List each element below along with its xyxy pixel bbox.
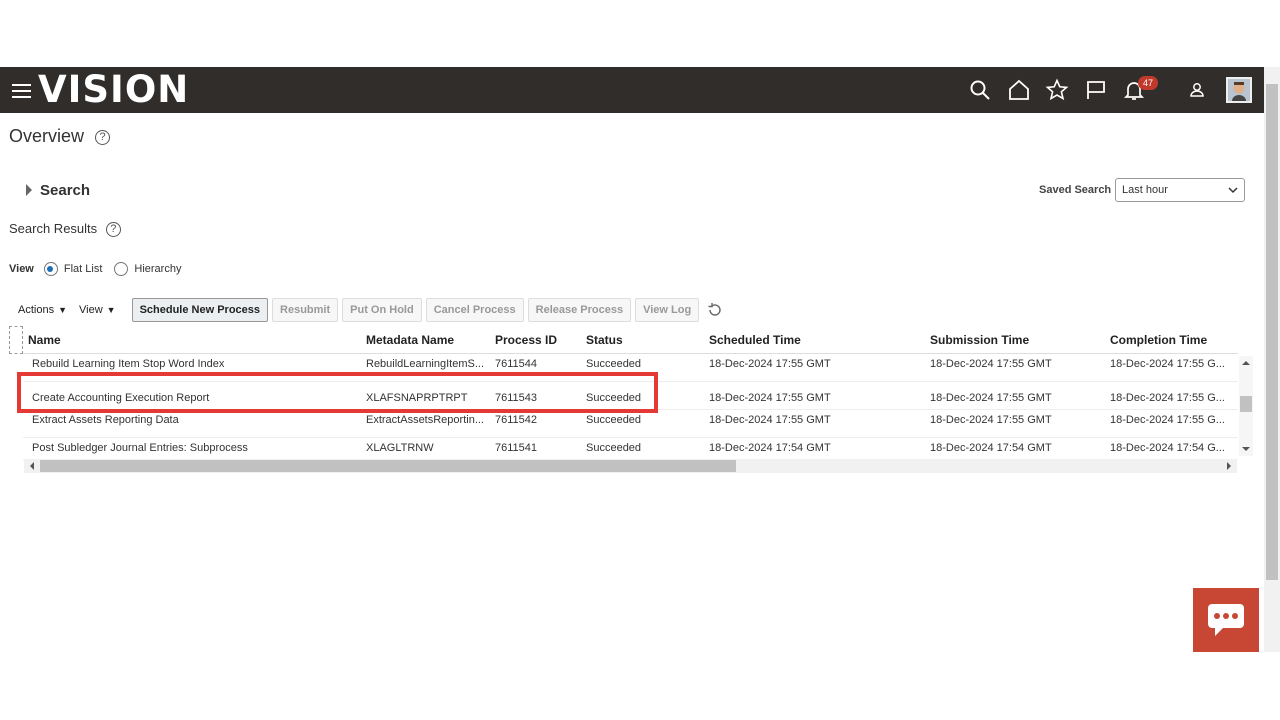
chevron-down-icon [1228,187,1238,194]
table-horizontal-scrollbar[interactable] [24,459,1237,473]
caret-down-icon: ▼ [58,305,67,315]
cell-scheduled-time: 18-Dec-2024 17:55 GMT [709,414,831,426]
cell-submission-time: 18-Dec-2024 17:55 GMT [930,414,1052,426]
star-icon[interactable] [1045,78,1069,102]
hierarchy-radio[interactable] [114,262,129,276]
cell-metadata-name: ExtractAssetsReportin... [366,414,484,426]
cell-status: Succeeded [586,442,642,454]
search-results-heading: Search Results ? [9,221,121,238]
scroll-right-arrow-icon[interactable] [1223,459,1235,473]
column-header-status[interactable]: Status [586,333,623,347]
page-title: Overview ? [9,126,111,147]
cell-status: Succeeded [586,358,642,370]
results-help-icon[interactable]: ? [105,222,121,238]
row-selector-header[interactable] [9,326,23,354]
column-header-name[interactable]: Name [28,333,61,347]
view-menu[interactable]: View ▼ [79,304,116,316]
schedule-new-process-button[interactable]: Schedule New Process [131,298,269,322]
cell-status: Succeeded [586,414,642,426]
chat-assistant-button[interactable] [1193,588,1259,652]
refresh-icon[interactable] [707,302,723,318]
put-on-hold-button[interactable]: Put On Hold [342,298,422,322]
column-header-completion-time[interactable]: Completion Time [1110,333,1207,347]
cell-submission-time: 18-Dec-2024 17:55 GMT [930,392,1052,404]
caret-down-icon: ▼ [106,305,116,315]
home-icon[interactable] [1007,78,1031,102]
cell-metadata-name: XLAGLTRNW [366,442,434,454]
flag-icon[interactable] [1084,78,1108,102]
cell-scheduled-time: 18-Dec-2024 17:55 GMT [709,358,831,370]
resubmit-button[interactable]: Resubmit [272,298,339,322]
cell-submission-time: 18-Dec-2024 17:55 GMT [930,358,1052,370]
table-vertical-scrollbar[interactable] [1239,356,1253,456]
app-logo[interactable]: VISION [38,70,189,110]
column-header-scheduled-time[interactable]: Scheduled Time [709,333,801,347]
cell-name: Post Subledger Journal Entries: Subproce… [32,442,248,454]
table-header-row: Name Metadata Name Process ID Status Sch… [23,326,1238,354]
cell-completion-time: 18-Dec-2024 17:55 G... [1110,392,1225,404]
cell-completion-time: 18-Dec-2024 17:55 G... [1110,414,1225,426]
global-header: VISION 47 [0,67,1264,113]
cell-process-id: 7611541 [495,442,538,454]
scroll-down-arrow-icon[interactable] [1239,444,1253,454]
cell-completion-time: 18-Dec-2024 17:55 G... [1110,358,1225,370]
expand-triangle-icon [26,184,32,196]
user-avatar[interactable] [1226,77,1252,103]
flat-list-label[interactable]: Flat List [64,263,103,275]
actions-menu[interactable]: Actions ▼ [18,304,67,316]
notification-count-badge[interactable]: 47 [1138,76,1158,90]
chat-bubble-icon [1208,604,1244,636]
cell-scheduled-time: 18-Dec-2024 17:55 GMT [709,392,831,404]
hierarchy-label[interactable]: Hierarchy [134,263,181,275]
column-header-metadata-name[interactable]: Metadata Name [366,333,454,347]
avatar-face-icon [1228,79,1250,101]
cell-process-id: 7611542 [495,414,538,426]
scroll-left-arrow-icon[interactable] [26,459,38,473]
release-process-button[interactable]: Release Process [527,298,632,322]
user-icon[interactable] [1185,78,1209,102]
view-mode-group: View Flat List Hierarchy [9,262,181,276]
search-section-toggle[interactable]: Search [26,182,90,199]
cell-name: Extract Assets Reporting Data [32,414,179,426]
view-log-button[interactable]: View Log [635,298,700,322]
cell-submission-time: 18-Dec-2024 17:54 GMT [930,442,1052,454]
flat-list-radio[interactable] [43,262,58,276]
results-toolbar: Actions ▼ View ▼ Schedule New Process Resu… [18,298,723,322]
cell-metadata-name: RebuildLearningItemS... [366,358,485,370]
highlight-annotation-box [17,372,658,413]
scroll-up-arrow-icon[interactable] [1239,358,1253,368]
cell-process-id: 7611544 [495,358,538,370]
help-icon[interactable]: ? [95,129,111,145]
saved-search-select[interactable]: Last hour [1115,178,1245,202]
search-icon[interactable] [968,78,992,102]
view-mode-label: View [9,263,34,275]
column-header-process-id[interactable]: Process ID [495,333,557,347]
hamburger-menu-icon[interactable] [12,84,31,98]
table-row[interactable]: Extract Assets Reporting Data ExtractAss… [23,410,1238,438]
column-header-submission-time[interactable]: Submission Time [930,333,1029,347]
page-vertical-scrollbar[interactable] [1264,67,1280,652]
table-row[interactable]: Post Subledger Journal Entries: Subproce… [23,438,1238,460]
cell-scheduled-time: 18-Dec-2024 17:54 GMT [709,442,831,454]
cell-name: Rebuild Learning Item Stop Word Index [32,358,225,370]
cancel-process-button[interactable]: Cancel Process [425,298,524,322]
saved-search-label: Saved Search [1039,184,1112,196]
cell-completion-time: 18-Dec-2024 17:54 G... [1110,442,1225,454]
